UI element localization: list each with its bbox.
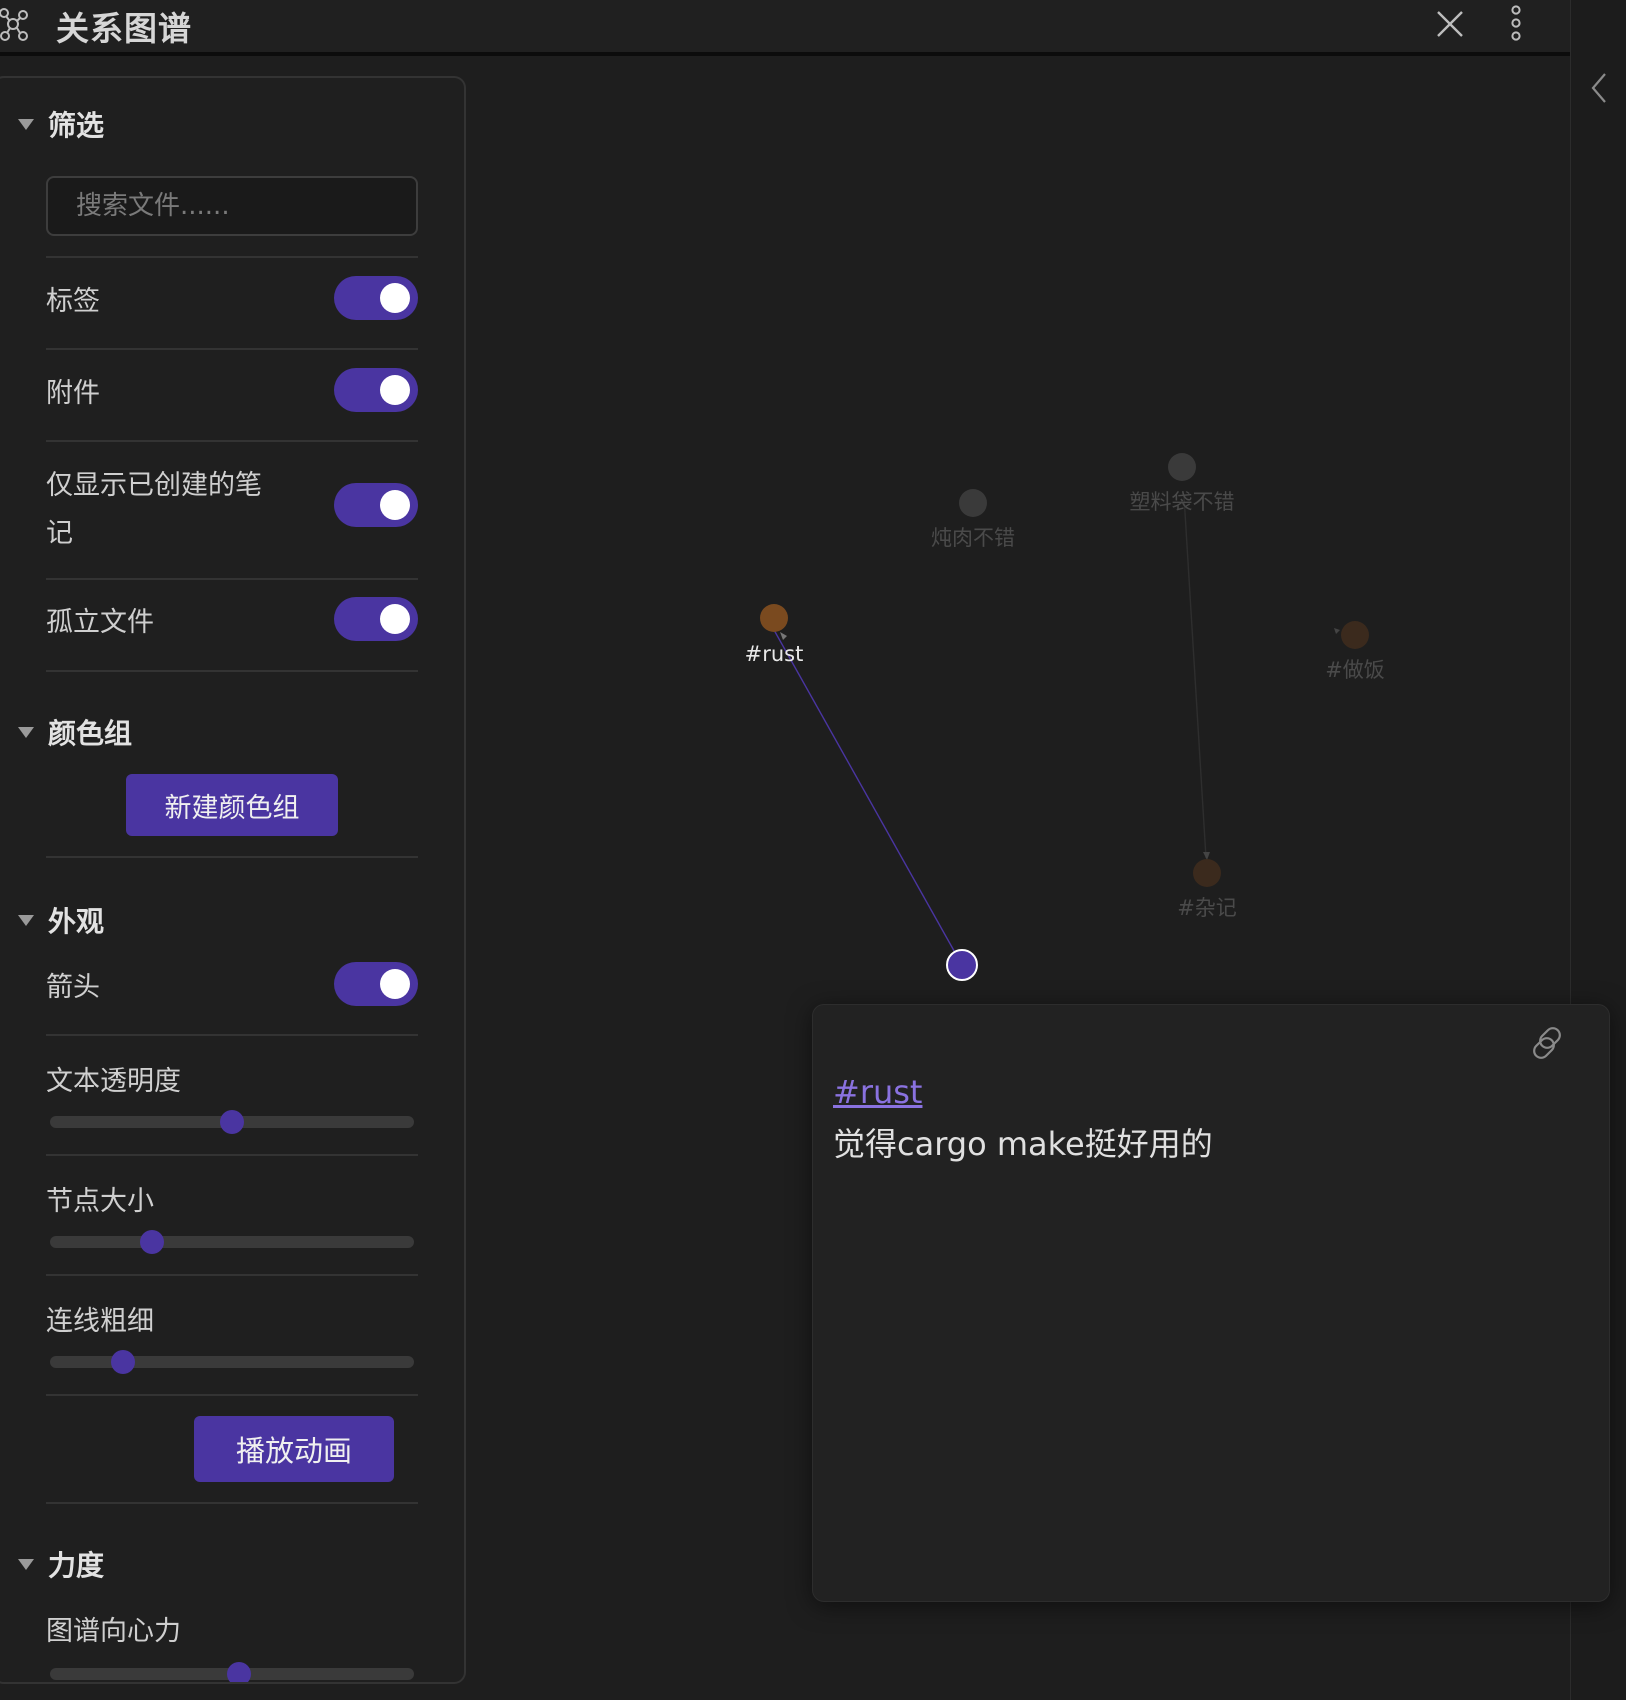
divider bbox=[46, 440, 418, 442]
slider-thumb[interactable] bbox=[220, 1110, 244, 1134]
toggle-label-attachments: 附件 bbox=[46, 378, 100, 409]
divider bbox=[46, 1274, 418, 1276]
graph-node-label-cook: #做饭 bbox=[1325, 658, 1385, 682]
preview-tag-link[interactable]: #rust bbox=[833, 1073, 922, 1111]
graph-node-bag[interactable] bbox=[1168, 453, 1196, 481]
search-files-input[interactable] bbox=[46, 176, 418, 236]
more-options-icon[interactable] bbox=[1504, 2, 1528, 44]
filters-section-header[interactable]: 筛选 bbox=[18, 104, 104, 144]
toggle-label-existing-files-line2: 记 bbox=[46, 518, 73, 549]
link-icon[interactable] bbox=[1527, 1023, 1567, 1063]
graph-link-note-rust bbox=[773, 629, 963, 966]
collapse-triangle-icon bbox=[18, 914, 34, 926]
chevron-left-icon[interactable] bbox=[1585, 70, 1613, 106]
divider bbox=[46, 670, 418, 672]
graph-node-label-bag: 塑料袋不错 bbox=[1130, 490, 1235, 514]
link-thickness-slider[interactable] bbox=[50, 1350, 414, 1374]
graph-link-arrow-cook bbox=[1334, 628, 1340, 634]
collapse-triangle-icon bbox=[18, 118, 34, 130]
toggle-label-existing-files: 仅显示已创建的笔 bbox=[46, 470, 262, 501]
toggle-orphans[interactable] bbox=[334, 597, 418, 641]
divider bbox=[46, 256, 418, 258]
node-size-slider[interactable] bbox=[50, 1230, 414, 1254]
text-opacity-label: 文本透明度 bbox=[46, 1066, 181, 1097]
animate-button[interactable]: 播放动画 bbox=[194, 1416, 394, 1482]
toggle-attachments[interactable] bbox=[334, 368, 418, 412]
view-title: 关系图谱 bbox=[56, 9, 192, 48]
graph-link-arrow-rust bbox=[780, 632, 787, 640]
graph-settings-panel: 筛选 标签 附件 仅显示已创建的笔 记 孤立文件 颜色组 新建颜色组 外观 箭头 bbox=[0, 76, 466, 1684]
toggle-tags[interactable] bbox=[334, 276, 418, 320]
filters-heading: 筛选 bbox=[48, 109, 105, 142]
view-header: 关系图谱 bbox=[0, 0, 1570, 56]
graph-node-label-stew: 炖肉不错 bbox=[931, 526, 1015, 550]
toggle-label-orphans: 孤立文件 bbox=[46, 607, 154, 638]
slider-thumb[interactable] bbox=[139, 1230, 164, 1254]
text-opacity-slider[interactable] bbox=[50, 1110, 414, 1134]
divider bbox=[46, 1034, 418, 1036]
center-force-label: 图谱向心力 bbox=[46, 1616, 181, 1647]
close-icon[interactable] bbox=[1432, 6, 1468, 42]
forces-heading: 力度 bbox=[48, 1549, 105, 1582]
toggle-existing-files-only[interactable] bbox=[334, 483, 418, 527]
forces-section-header[interactable]: 力度 bbox=[18, 1544, 104, 1584]
groups-section-header[interactable]: 颜色组 bbox=[18, 712, 132, 752]
display-heading: 外观 bbox=[48, 905, 105, 938]
toggle-label-tags: 标签 bbox=[46, 286, 100, 317]
divider bbox=[46, 1154, 418, 1156]
preview-note-text: 觉得cargo make挺好用的 bbox=[833, 1125, 1213, 1163]
graph-link-arrow-misc bbox=[1203, 852, 1210, 860]
divider bbox=[46, 1502, 418, 1504]
slider-thumb[interactable] bbox=[110, 1350, 135, 1374]
graph-node-label-misc: #杂记 bbox=[1177, 896, 1237, 920]
graph-node-hovered-note[interactable] bbox=[946, 949, 978, 981]
graph-node-label-rust: #rust bbox=[745, 642, 804, 666]
graph-icon bbox=[0, 8, 28, 41]
collapse-triangle-icon bbox=[18, 726, 34, 738]
graph-node-stew[interactable] bbox=[959, 489, 987, 517]
graph-node-cook[interactable] bbox=[1341, 621, 1369, 649]
toggle-arrows[interactable] bbox=[334, 962, 418, 1006]
graph-node-misc[interactable] bbox=[1193, 859, 1221, 887]
divider bbox=[46, 348, 418, 350]
graph-link-bag-misc bbox=[1183, 495, 1207, 859]
divider bbox=[46, 578, 418, 580]
graph-node-rust[interactable] bbox=[760, 604, 788, 632]
display-section-header[interactable]: 外观 bbox=[18, 900, 104, 940]
groups-heading: 颜色组 bbox=[48, 717, 133, 750]
link-thickness-label: 连线粗细 bbox=[46, 1306, 154, 1337]
node-size-label: 节点大小 bbox=[46, 1186, 154, 1217]
divider bbox=[46, 1394, 418, 1396]
slider-thumb[interactable] bbox=[227, 1662, 252, 1682]
collapse-triangle-icon bbox=[18, 1558, 34, 1570]
center-force-slider[interactable] bbox=[50, 1662, 414, 1682]
graph-view-app: #rust 炖肉不错 塑料袋不错 #做饭 #杂记 关系图谱 筛选 搜索文件...… bbox=[0, 0, 1626, 1700]
toggle-label-arrows: 箭头 bbox=[46, 972, 100, 1003]
note-hover-preview: #rust 觉得cargo make挺好用的 bbox=[812, 1004, 1610, 1602]
divider bbox=[46, 856, 418, 858]
new-group-button[interactable]: 新建颜色组 bbox=[126, 774, 338, 836]
